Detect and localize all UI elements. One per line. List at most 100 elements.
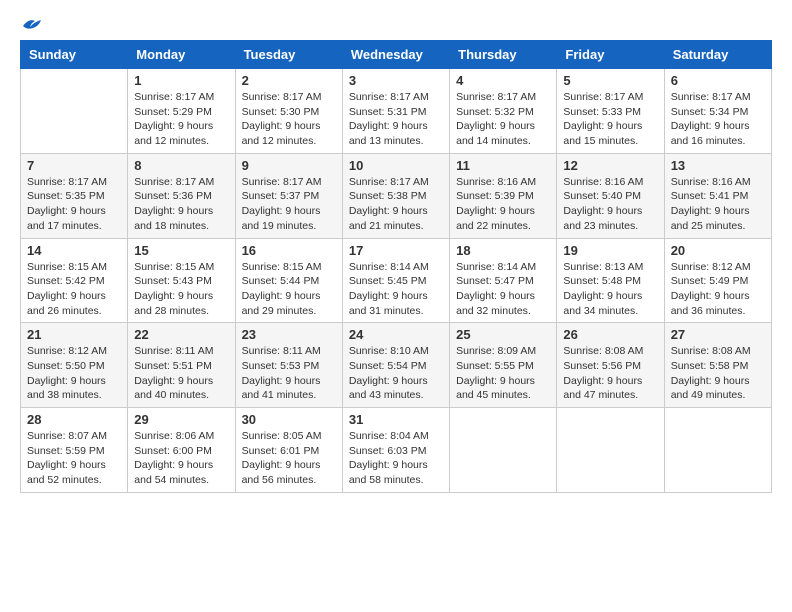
sunset-text: Sunset: 5:34 PM: [671, 105, 765, 120]
daylight-text: Daylight: 9 hours and 19 minutes.: [242, 204, 336, 233]
day-number: 2: [242, 73, 336, 88]
daylight-text: Daylight: 9 hours and 40 minutes.: [134, 374, 228, 403]
day-number: 20: [671, 243, 765, 258]
weekday-header-wednesday: Wednesday: [342, 41, 449, 69]
day-number: 13: [671, 158, 765, 173]
day-info: Sunrise: 8:17 AM Sunset: 5:31 PM Dayligh…: [349, 90, 443, 149]
day-number: 26: [563, 327, 657, 342]
day-number: 27: [671, 327, 765, 342]
day-info: Sunrise: 8:12 AM Sunset: 5:50 PM Dayligh…: [27, 344, 121, 403]
daylight-text: Daylight: 9 hours and 17 minutes.: [27, 204, 121, 233]
day-info: Sunrise: 8:17 AM Sunset: 5:37 PM Dayligh…: [242, 175, 336, 234]
daylight-text: Daylight: 9 hours and 25 minutes.: [671, 204, 765, 233]
day-info: Sunrise: 8:13 AM Sunset: 5:48 PM Dayligh…: [563, 260, 657, 319]
sunset-text: Sunset: 5:48 PM: [563, 274, 657, 289]
day-number: 30: [242, 412, 336, 427]
day-number: 4: [456, 73, 550, 88]
calendar-cell: 27 Sunrise: 8:08 AM Sunset: 5:58 PM Dayl…: [664, 323, 771, 408]
sunset-text: Sunset: 5:33 PM: [563, 105, 657, 120]
calendar-header-row: SundayMondayTuesdayWednesdayThursdayFrid…: [21, 41, 772, 69]
day-info: Sunrise: 8:05 AM Sunset: 6:01 PM Dayligh…: [242, 429, 336, 488]
day-info: Sunrise: 8:10 AM Sunset: 5:54 PM Dayligh…: [349, 344, 443, 403]
sunset-text: Sunset: 5:54 PM: [349, 359, 443, 374]
day-number: 9: [242, 158, 336, 173]
sunrise-text: Sunrise: 8:17 AM: [349, 90, 443, 105]
calendar-cell: [664, 408, 771, 493]
sunset-text: Sunset: 5:53 PM: [242, 359, 336, 374]
sunset-text: Sunset: 5:49 PM: [671, 274, 765, 289]
day-number: 11: [456, 158, 550, 173]
day-number: 28: [27, 412, 121, 427]
sunrise-text: Sunrise: 8:17 AM: [563, 90, 657, 105]
sunset-text: Sunset: 5:59 PM: [27, 444, 121, 459]
daylight-text: Daylight: 9 hours and 13 minutes.: [349, 119, 443, 148]
sunset-text: Sunset: 5:47 PM: [456, 274, 550, 289]
calendar-week-row: 21 Sunrise: 8:12 AM Sunset: 5:50 PM Dayl…: [21, 323, 772, 408]
day-number: 12: [563, 158, 657, 173]
day-info: Sunrise: 8:08 AM Sunset: 5:58 PM Dayligh…: [671, 344, 765, 403]
sunset-text: Sunset: 5:29 PM: [134, 105, 228, 120]
day-info: Sunrise: 8:11 AM Sunset: 5:53 PM Dayligh…: [242, 344, 336, 403]
weekday-header-friday: Friday: [557, 41, 664, 69]
calendar-week-row: 7 Sunrise: 8:17 AM Sunset: 5:35 PM Dayli…: [21, 153, 772, 238]
sunrise-text: Sunrise: 8:08 AM: [563, 344, 657, 359]
calendar-cell: 18 Sunrise: 8:14 AM Sunset: 5:47 PM Dayl…: [450, 238, 557, 323]
calendar-cell: 19 Sunrise: 8:13 AM Sunset: 5:48 PM Dayl…: [557, 238, 664, 323]
sunrise-text: Sunrise: 8:16 AM: [671, 175, 765, 190]
logo: [20, 20, 43, 30]
calendar-cell: 11 Sunrise: 8:16 AM Sunset: 5:39 PM Dayl…: [450, 153, 557, 238]
calendar-cell: 4 Sunrise: 8:17 AM Sunset: 5:32 PM Dayli…: [450, 69, 557, 154]
calendar-cell: 5 Sunrise: 8:17 AM Sunset: 5:33 PM Dayli…: [557, 69, 664, 154]
calendar-cell: 24 Sunrise: 8:10 AM Sunset: 5:54 PM Dayl…: [342, 323, 449, 408]
day-info: Sunrise: 8:14 AM Sunset: 5:45 PM Dayligh…: [349, 260, 443, 319]
calendar-cell: 26 Sunrise: 8:08 AM Sunset: 5:56 PM Dayl…: [557, 323, 664, 408]
calendar-cell: 14 Sunrise: 8:15 AM Sunset: 5:42 PM Dayl…: [21, 238, 128, 323]
weekday-header-thursday: Thursday: [450, 41, 557, 69]
calendar-cell: 23 Sunrise: 8:11 AM Sunset: 5:53 PM Dayl…: [235, 323, 342, 408]
calendar-cell: 21 Sunrise: 8:12 AM Sunset: 5:50 PM Dayl…: [21, 323, 128, 408]
daylight-text: Daylight: 9 hours and 31 minutes.: [349, 289, 443, 318]
day-number: 23: [242, 327, 336, 342]
daylight-text: Daylight: 9 hours and 23 minutes.: [563, 204, 657, 233]
day-info: Sunrise: 8:08 AM Sunset: 5:56 PM Dayligh…: [563, 344, 657, 403]
day-info: Sunrise: 8:16 AM Sunset: 5:39 PM Dayligh…: [456, 175, 550, 234]
day-info: Sunrise: 8:17 AM Sunset: 5:30 PM Dayligh…: [242, 90, 336, 149]
day-info: Sunrise: 8:17 AM Sunset: 5:32 PM Dayligh…: [456, 90, 550, 149]
calendar-cell: [557, 408, 664, 493]
sunrise-text: Sunrise: 8:08 AM: [671, 344, 765, 359]
calendar-cell: 6 Sunrise: 8:17 AM Sunset: 5:34 PM Dayli…: [664, 69, 771, 154]
day-number: 14: [27, 243, 121, 258]
sunrise-text: Sunrise: 8:04 AM: [349, 429, 443, 444]
calendar-cell: 7 Sunrise: 8:17 AM Sunset: 5:35 PM Dayli…: [21, 153, 128, 238]
day-info: Sunrise: 8:17 AM Sunset: 5:33 PM Dayligh…: [563, 90, 657, 149]
sunset-text: Sunset: 5:36 PM: [134, 189, 228, 204]
day-info: Sunrise: 8:07 AM Sunset: 5:59 PM Dayligh…: [27, 429, 121, 488]
logo-bird-icon: [21, 16, 43, 34]
daylight-text: Daylight: 9 hours and 16 minutes.: [671, 119, 765, 148]
calendar-cell: 30 Sunrise: 8:05 AM Sunset: 6:01 PM Dayl…: [235, 408, 342, 493]
sunset-text: Sunset: 6:03 PM: [349, 444, 443, 459]
daylight-text: Daylight: 9 hours and 58 minutes.: [349, 458, 443, 487]
sunrise-text: Sunrise: 8:14 AM: [456, 260, 550, 275]
day-number: 1: [134, 73, 228, 88]
sunrise-text: Sunrise: 8:14 AM: [349, 260, 443, 275]
day-number: 22: [134, 327, 228, 342]
sunset-text: Sunset: 5:35 PM: [27, 189, 121, 204]
calendar-week-row: 1 Sunrise: 8:17 AM Sunset: 5:29 PM Dayli…: [21, 69, 772, 154]
day-info: Sunrise: 8:17 AM Sunset: 5:29 PM Dayligh…: [134, 90, 228, 149]
calendar-cell: 9 Sunrise: 8:17 AM Sunset: 5:37 PM Dayli…: [235, 153, 342, 238]
daylight-text: Daylight: 9 hours and 54 minutes.: [134, 458, 228, 487]
day-info: Sunrise: 8:04 AM Sunset: 6:03 PM Dayligh…: [349, 429, 443, 488]
daylight-text: Daylight: 9 hours and 14 minutes.: [456, 119, 550, 148]
sunrise-text: Sunrise: 8:11 AM: [242, 344, 336, 359]
day-number: 8: [134, 158, 228, 173]
day-info: Sunrise: 8:14 AM Sunset: 5:47 PM Dayligh…: [456, 260, 550, 319]
calendar-cell: 3 Sunrise: 8:17 AM Sunset: 5:31 PM Dayli…: [342, 69, 449, 154]
daylight-text: Daylight: 9 hours and 29 minutes.: [242, 289, 336, 318]
calendar-cell: [21, 69, 128, 154]
daylight-text: Daylight: 9 hours and 49 minutes.: [671, 374, 765, 403]
sunrise-text: Sunrise: 8:17 AM: [242, 175, 336, 190]
calendar-week-row: 28 Sunrise: 8:07 AM Sunset: 5:59 PM Dayl…: [21, 408, 772, 493]
calendar-cell: 20 Sunrise: 8:12 AM Sunset: 5:49 PM Dayl…: [664, 238, 771, 323]
daylight-text: Daylight: 9 hours and 15 minutes.: [563, 119, 657, 148]
